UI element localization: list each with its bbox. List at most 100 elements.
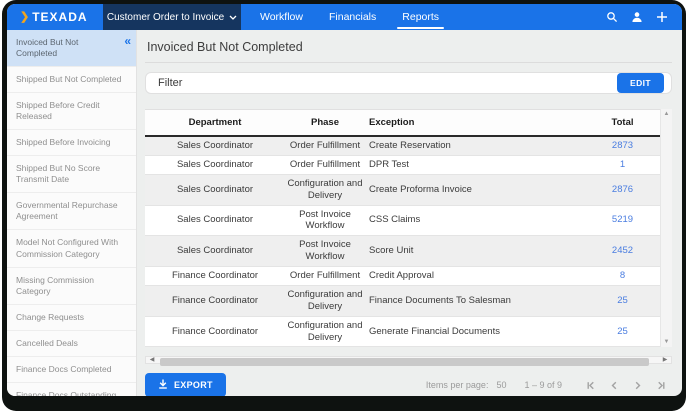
table-row: Finance CoordinatorConfiguration and Del…: [145, 316, 660, 347]
tab-workflow[interactable]: Workflow: [247, 4, 316, 30]
cell-department: Sales Coordinator: [145, 205, 285, 236]
paginator: Items per page: 50 1 – 9 of 9: [426, 378, 668, 393]
scroll-down-icon[interactable]: ▼: [664, 339, 670, 345]
cell-phase: Post Invoice Workflow: [285, 205, 365, 236]
top-header-bar: ❯ TEXADA Customer Order to Invoice Workf…: [7, 4, 682, 30]
search-icon[interactable]: [606, 11, 618, 23]
cell-phase: Order Fulfillment: [285, 267, 365, 286]
user-icon[interactable]: [631, 11, 643, 23]
export-button-label: EXPORT: [174, 380, 213, 390]
column-header-department[interactable]: Department: [145, 110, 285, 137]
cell-total: 25: [585, 285, 660, 316]
next-page-button[interactable]: [630, 378, 645, 393]
sidebar-item[interactable]: Invoiced But Not Completed: [7, 30, 136, 67]
previous-page-button[interactable]: [607, 378, 622, 393]
sidebar-item[interactable]: Shipped Before Credit Released: [7, 93, 136, 130]
cell-phase: Configuration and Delivery: [285, 285, 365, 316]
table-row: Sales CoordinatorConfiguration and Deliv…: [145, 174, 660, 205]
collapse-sidebar-icon[interactable]: «: [124, 35, 131, 47]
add-icon[interactable]: [656, 11, 668, 23]
sidebar-item[interactable]: Cancelled Deals: [7, 331, 136, 357]
cell-exception: Credit Approval: [365, 267, 585, 286]
cell-department: Sales Coordinator: [145, 155, 285, 174]
sidebar-item[interactable]: Finance Docs Outstanding: [7, 383, 136, 396]
sidebar-item[interactable]: Shipped But Not Completed: [7, 67, 136, 93]
total-link[interactable]: 5219: [612, 214, 633, 225]
body-row: Invoiced But Not CompletedShipped But No…: [7, 30, 682, 396]
sidebar-item[interactable]: Shipped Before Invoicing: [7, 130, 136, 156]
report-table: Department Phase Exception Total Sales C…: [145, 109, 660, 347]
report-table-card: Department Phase Exception Total Sales C…: [145, 109, 672, 347]
sidebar-item[interactable]: Missing Commission Category: [7, 268, 136, 305]
cell-department: Sales Coordinator: [145, 174, 285, 205]
table-row: Sales CoordinatorOrder FulfillmentCreate…: [145, 136, 660, 155]
last-page-button[interactable]: [653, 378, 668, 393]
cell-total: 8: [585, 267, 660, 286]
table-footer: EXPORT Items per page: 50 1 – 9 of 9: [145, 373, 672, 396]
cell-exception: CSS Claims: [365, 205, 585, 236]
table-vertical-scrollbar[interactable]: ▲ ▼: [660, 109, 672, 347]
table-scroll-area: Department Phase Exception Total Sales C…: [145, 109, 660, 347]
total-link[interactable]: 25: [617, 295, 628, 306]
table-row: Sales CoordinatorOrder FulfillmentDPR Te…: [145, 155, 660, 174]
total-link[interactable]: 2873: [612, 140, 633, 151]
main-content: Invoiced But Not Completed Filter EDIT D…: [137, 30, 682, 396]
total-link[interactable]: 2452: [612, 245, 633, 256]
cell-exception: DPR Test: [365, 155, 585, 174]
column-header-total[interactable]: Total: [585, 110, 660, 137]
reports-sidebar: Invoiced But Not CompletedShipped But No…: [7, 30, 137, 396]
sidebar-item[interactable]: Model Not Configured With Commission Cat…: [7, 230, 136, 267]
total-link[interactable]: 8: [620, 270, 625, 281]
table-row: Finance CoordinatorConfiguration and Del…: [145, 285, 660, 316]
cell-department: Sales Coordinator: [145, 136, 285, 155]
total-link[interactable]: 25: [617, 326, 628, 337]
cell-total: 25: [585, 316, 660, 347]
cell-exception: Score Unit: [365, 236, 585, 267]
sidebar-list: Invoiced But Not CompletedShipped But No…: [7, 30, 136, 396]
items-per-page-value[interactable]: 50: [496, 380, 506, 390]
logo-text: TEXADA: [32, 10, 87, 24]
download-icon: [158, 379, 168, 391]
cell-department: Finance Coordinator: [145, 316, 285, 347]
total-link[interactable]: 2876: [612, 184, 633, 195]
sidebar-item[interactable]: Finance Docs Completed: [7, 357, 136, 383]
nav-tabs: Workflow Financials Reports: [247, 4, 452, 30]
tab-reports[interactable]: Reports: [389, 4, 452, 30]
sidebar-item[interactable]: Change Requests: [7, 305, 136, 331]
column-header-exception[interactable]: Exception: [365, 110, 585, 137]
edit-filter-button[interactable]: EDIT: [617, 73, 664, 93]
table-row: Finance CoordinatorOrder FulfillmentCred…: [145, 267, 660, 286]
sidebar-item[interactable]: Governmental Repurchase Agreement: [7, 193, 136, 230]
items-per-page-label: Items per page:: [426, 380, 489, 390]
export-button[interactable]: EXPORT: [145, 373, 226, 396]
sidebar-item[interactable]: Shipped But No Score Transmit Date: [7, 156, 136, 193]
cell-exception: Create Reservation: [365, 136, 585, 155]
scroll-up-icon[interactable]: ▲: [664, 111, 670, 117]
horizontal-scroll-thumb[interactable]: [160, 358, 649, 366]
header-actions: [606, 4, 682, 30]
first-page-button[interactable]: [584, 378, 599, 393]
cell-phase: Order Fulfillment: [285, 136, 365, 155]
table-row: Sales CoordinatorPost Invoice WorkflowCS…: [145, 205, 660, 236]
logo-chevron-icon: ❯: [20, 12, 29, 23]
tab-financials[interactable]: Financials: [316, 4, 389, 30]
table-horizontal-scrollbar[interactable]: ◀ ▶: [145, 356, 672, 364]
cell-total: 2876: [585, 174, 660, 205]
cell-phase: Configuration and Delivery: [285, 316, 365, 347]
cell-phase: Order Fulfillment: [285, 155, 365, 174]
scroll-right-icon[interactable]: ▶: [659, 357, 671, 363]
app-switcher-menu[interactable]: Customer Order to Invoice: [103, 4, 241, 30]
app-window: ❯ TEXADA Customer Order to Invoice Workf…: [7, 4, 682, 396]
cell-total: 2452: [585, 236, 660, 267]
cell-department: Finance Coordinator: [145, 267, 285, 286]
total-link[interactable]: 1: [620, 159, 625, 170]
scroll-left-icon[interactable]: ◀: [146, 357, 158, 363]
column-header-phase[interactable]: Phase: [285, 110, 365, 137]
filter-label: Filter: [158, 77, 182, 89]
page-range-label: 1 – 9 of 9: [524, 380, 562, 390]
table-row: Sales CoordinatorPost Invoice WorkflowSc…: [145, 236, 660, 267]
cell-phase: Configuration and Delivery: [285, 174, 365, 205]
cell-exception: Create Proforma Invoice: [365, 174, 585, 205]
app-switcher-label: Customer Order to Invoice: [107, 12, 224, 23]
table-header-row: Department Phase Exception Total: [145, 110, 660, 137]
